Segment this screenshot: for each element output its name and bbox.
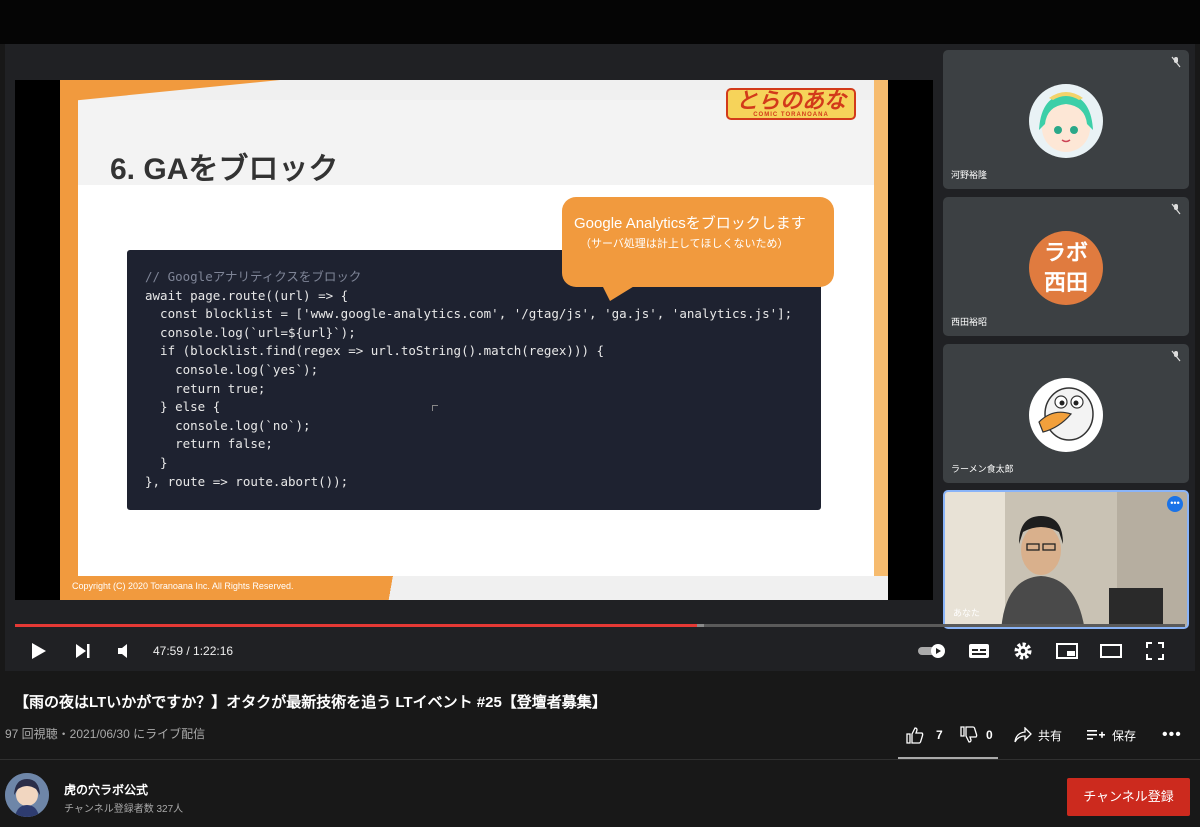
theater-button[interactable] xyxy=(1099,638,1123,664)
duck-avatar xyxy=(1029,378,1103,452)
time-display: 47:59 / 1:22:16 xyxy=(153,644,234,658)
camera-feed xyxy=(945,492,1187,627)
divider xyxy=(0,759,1200,760)
self-camera-tile: ••• あなた xyxy=(943,490,1189,629)
dislike-count: 0 xyxy=(986,728,993,742)
share-icon xyxy=(1014,727,1032,743)
volume-button[interactable] xyxy=(113,638,137,664)
miniplayer-icon xyxy=(1056,643,1078,659)
avatar-text-1: ラボ xyxy=(1043,240,1088,265)
thumbs-down-icon xyxy=(960,726,978,743)
presentation-slide: 6. GAをブロック とらのあな COMIC TORANOANA // Goog… xyxy=(60,80,888,600)
participant-name: ラーメン食太郎 xyxy=(951,464,1014,474)
playlist-add-icon xyxy=(1087,730,1105,740)
participant-name: 河野裕隆 xyxy=(951,170,988,180)
code-line: } xyxy=(145,454,168,470)
save-button[interactable]: 保存 xyxy=(1086,725,1136,745)
participant-tile: ラボ 西田 西田裕昭 xyxy=(943,197,1189,336)
bubble-line-1: Google Analyticsをブロックします xyxy=(574,215,806,232)
next-button[interactable] xyxy=(71,638,95,664)
slide-copyright: Copyright (C) 2020 Toranoana Inc. All Ri… xyxy=(72,581,294,591)
miniplayer-button[interactable] xyxy=(1055,638,1079,664)
fullscreen-button[interactable] xyxy=(1143,638,1167,664)
mic-off-icon xyxy=(1171,56,1181,71)
bubble-tail xyxy=(602,285,636,301)
participant-tile: 河野裕隆 xyxy=(943,50,1189,189)
progress-bar[interactable] xyxy=(15,624,1185,627)
more-actions-button[interactable]: ••• xyxy=(1162,725,1182,745)
like-count: 7 xyxy=(936,728,943,742)
dislike-button[interactable]: 0 xyxy=(960,725,993,745)
channel-avatar[interactable] xyxy=(5,773,49,817)
speech-bubble: Google Analyticsをブロックします （サーバ処理は計上してほしくな… xyxy=(562,197,834,301)
like-button[interactable]: 7 xyxy=(906,725,943,745)
bubble-line-2: （サーバ処理は計上してほしくないため） xyxy=(580,238,789,250)
channel-subscribers: チャンネル登録者数 327人 xyxy=(64,804,184,815)
code-line: console.log(`yes`); xyxy=(145,361,319,377)
player-controls: 47:59 / 1:22:16 xyxy=(5,632,1195,670)
mic-off-icon xyxy=(1171,203,1181,218)
slide-title: 6. GAをブロック xyxy=(110,153,339,186)
subtitles-icon xyxy=(969,644,989,658)
subtitles-button[interactable] xyxy=(967,638,991,664)
autoplay-toggle[interactable] xyxy=(915,638,949,664)
code-line: if (blocklist.find(regex => url.toString… xyxy=(145,343,605,359)
share-label: 共有 xyxy=(1038,728,1063,743)
channel-name[interactable]: 虎の穴ラボ公式 xyxy=(64,781,148,798)
progress-played xyxy=(15,624,698,627)
youtube-watch-page: 6. GAをブロック とらのあな COMIC TORANOANA // Goog… xyxy=(0,0,1200,827)
settings-button[interactable] xyxy=(1011,638,1035,664)
participant-tile: ラーメン食太郎 xyxy=(943,344,1189,483)
slide-right-stripe xyxy=(874,80,888,600)
play-icon xyxy=(32,643,46,659)
subscribe-button[interactable]: チャンネル登録 xyxy=(1067,778,1190,816)
more-horizontal-icon: ••• xyxy=(1162,726,1182,743)
skip-next-icon xyxy=(76,644,90,658)
slide-left-stripe xyxy=(60,80,78,600)
code-line: await page.route((url) => { xyxy=(145,287,349,303)
labo-nishida-avatar: ラボ 西田 xyxy=(1029,231,1103,305)
code-block: // Googleアナリティクスをブロック await page.route((u… xyxy=(127,250,821,510)
theater-mode-icon xyxy=(1100,644,1122,658)
video-player[interactable]: 6. GAをブロック とらのあな COMIC TORANOANA // Goog… xyxy=(5,44,1195,671)
top-band xyxy=(0,0,1200,44)
code-line: }, route => route.abort()); xyxy=(145,473,349,489)
mouse-cursor-icon xyxy=(432,405,438,411)
code-line: } else { xyxy=(145,399,221,415)
code-line: console.log(`url=${url}`); xyxy=(145,324,356,340)
mic-off-icon xyxy=(1171,350,1181,365)
thumbs-up-icon xyxy=(906,727,924,744)
share-button[interactable]: 共有 xyxy=(1014,725,1062,745)
video-meta: 97 回視聴・2021/06/30 にライブ配信 xyxy=(5,727,206,741)
play-button[interactable] xyxy=(27,638,51,664)
code-line: console.log(`no`); xyxy=(145,417,311,433)
fullscreen-icon xyxy=(1146,642,1164,660)
code-line: const blocklist = ['www.google-analytics… xyxy=(145,306,793,322)
participant-name: あなた xyxy=(953,608,981,618)
code-line: return true; xyxy=(145,380,266,396)
avatar-text-2: 西田 xyxy=(1043,270,1088,295)
shared-screen: 6. GAをブロック とらのあな COMIC TORANOANA // Goog… xyxy=(15,80,933,600)
gear-icon xyxy=(1014,642,1032,660)
slide-corner-accent xyxy=(60,80,280,102)
code-line: return false; xyxy=(145,436,273,452)
save-label: 保存 xyxy=(1112,728,1137,743)
more-options-icon[interactable]: ••• xyxy=(1167,496,1183,512)
participant-name: 西田裕昭 xyxy=(951,317,988,327)
logo-text: とらのあな xyxy=(735,88,846,113)
toranoana-logo: とらのあな COMIC TORANOANA xyxy=(726,88,856,120)
volume-icon xyxy=(118,644,127,658)
autoplay-toggle-icon xyxy=(918,644,945,658)
video-title: 【雨の夜はLTいかがですか？】オタクが最新技術を追う LTイベント #25【登壇… xyxy=(14,694,607,711)
anime-girl-avatar xyxy=(1029,84,1103,158)
